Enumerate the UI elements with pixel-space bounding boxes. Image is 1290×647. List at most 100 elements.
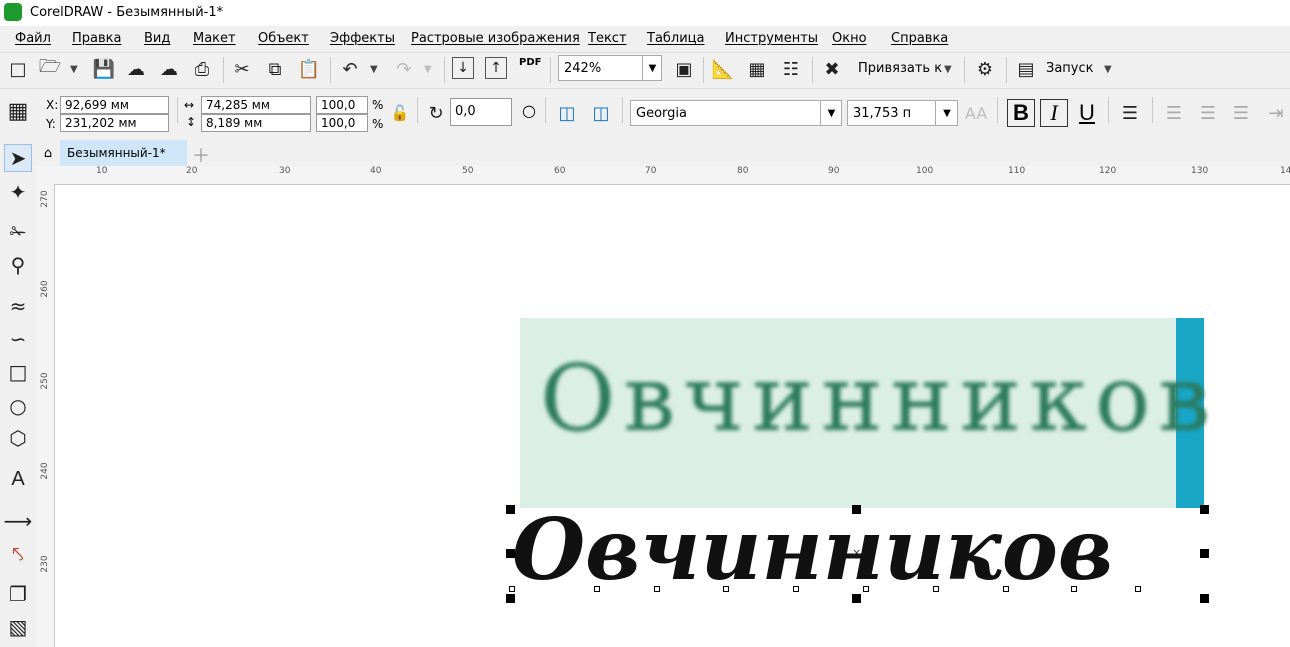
menu-object[interactable]: Объект <box>258 31 309 46</box>
scale-x-field[interactable]: 100,0 <box>316 96 368 114</box>
freehand-tool-icon[interactable]: ≈ <box>4 292 32 320</box>
rectangle-tool-icon[interactable]: □ <box>4 358 32 386</box>
drop-cap-icon[interactable]: ☰ <box>1229 101 1253 125</box>
pick-tool-icon[interactable]: ➤ <box>4 144 32 172</box>
cloud-download-icon[interactable]: ☁ <box>124 57 148 81</box>
selection-handle[interactable] <box>852 505 861 514</box>
ellipse-tool-icon[interactable]: ○ <box>4 392 32 420</box>
open-dropdown-icon[interactable]: ▼ <box>70 64 78 75</box>
redo-icon[interactable]: ↷ <box>392 57 416 81</box>
font-dropdown-icon[interactable]: ▼ <box>820 101 842 125</box>
snap-to-button[interactable]: Привязать к <box>858 61 942 76</box>
x-position-field[interactable]: 92,699 мм <box>60 96 169 114</box>
print-icon[interactable]: ⎙ <box>190 57 214 81</box>
rotation-angle-field[interactable]: 0,0 <box>450 98 512 126</box>
selection-handle[interactable] <box>1200 594 1209 603</box>
text-node[interactable] <box>1135 586 1141 592</box>
add-tab-icon[interactable]: ＋ <box>192 142 210 168</box>
launch-button[interactable]: Запуск <box>1046 61 1094 76</box>
italic-button[interactable]: I <box>1040 99 1068 127</box>
drop-shadow-tool-icon[interactable]: ❐ <box>4 580 32 608</box>
text-node[interactable] <box>723 586 729 592</box>
connector-tool-icon[interactable]: ⤣ <box>4 540 32 568</box>
redo-dropdown-icon[interactable]: ▼ <box>424 64 432 75</box>
show-grid-icon[interactable]: ▦ <box>745 57 769 81</box>
text-node[interactable] <box>863 586 869 592</box>
show-rulers-icon[interactable]: 📐 <box>711 57 735 81</box>
mirror-vertical-icon[interactable]: ◫ <box>589 101 613 125</box>
dimension-tool-icon[interactable]: ⟶ <box>4 507 33 535</box>
height-field[interactable]: 8,189 мм <box>201 114 311 132</box>
artistic-media-tool-icon[interactable]: ∽ <box>4 325 32 353</box>
menu-bitmaps[interactable]: Растровые изображения <box>411 31 580 46</box>
text-tool-icon[interactable]: A <box>4 465 32 493</box>
text-node[interactable] <box>933 586 939 592</box>
text-align-icon[interactable]: ☰ <box>1118 101 1142 125</box>
menu-edit[interactable]: Правка <box>72 31 121 46</box>
snap-off-icon[interactable]: ✖ <box>820 57 844 81</box>
shape-tool-icon[interactable]: ✦ <box>4 178 32 206</box>
selection-handle[interactable] <box>506 594 515 603</box>
menu-window[interactable]: Окно <box>832 31 867 46</box>
zoom-tool-icon[interactable]: ⚲ <box>4 251 32 279</box>
artistic-text-object[interactable]: Овчинников <box>512 500 1113 599</box>
menu-text[interactable]: Текст <box>588 31 627 46</box>
width-field[interactable]: 74,285 мм <box>201 96 311 114</box>
publish-pdf-icon[interactable]: PDF <box>519 57 541 68</box>
selection-handle[interactable] <box>1200 505 1209 514</box>
snap-dropdown-icon[interactable]: ▼ <box>944 64 952 75</box>
polygon-tool-icon[interactable]: ⬡ <box>4 424 32 452</box>
text-node[interactable] <box>1071 586 1077 592</box>
object-origin-icon[interactable]: ▦ <box>6 99 30 124</box>
launch-dropdown-icon[interactable]: ▼ <box>1104 64 1112 75</box>
vertical-ruler[interactable]: 270 260 250 240 230 <box>36 184 55 647</box>
lock-ratio-icon[interactable]: 🔓 <box>388 101 412 125</box>
menu-tools[interactable]: Инструменты <box>725 31 818 46</box>
selection-handle[interactable] <box>506 505 515 514</box>
paste-icon[interactable]: 📋 <box>297 57 321 81</box>
menu-table[interactable]: Таблица <box>647 31 705 46</box>
menu-effects[interactable]: Эффекты <box>330 31 395 46</box>
cut-icon[interactable]: ✂ <box>230 57 254 81</box>
menu-layout[interactable]: Макет <box>193 31 236 46</box>
options-gear-icon[interactable]: ⚙ <box>973 57 997 81</box>
transparency-tool-icon[interactable]: ▧ <box>4 613 32 641</box>
y-position-field[interactable]: 231,202 мм <box>60 114 169 132</box>
show-guidelines-icon[interactable]: ☷ <box>779 57 803 81</box>
export-icon[interactable]: ↑ <box>485 57 507 79</box>
launcher-icon[interactable]: ▤ <box>1014 57 1038 81</box>
text-node[interactable] <box>594 586 600 592</box>
undo-icon[interactable]: ↶ <box>338 57 362 81</box>
undo-dropdown-icon[interactable]: ▼ <box>370 64 378 75</box>
font-size-dropdown-icon[interactable]: ▼ <box>935 101 958 125</box>
underline-button[interactable]: U <box>1073 99 1101 127</box>
menu-file[interactable]: Файл <box>15 31 51 46</box>
crop-tool-icon[interactable]: ✁ <box>4 218 32 246</box>
menu-view[interactable]: Вид <box>144 31 170 46</box>
selection-handle[interactable] <box>852 594 861 603</box>
open-folder-icon[interactable]: 🗁 <box>38 56 62 81</box>
selection-handle[interactable] <box>506 549 515 558</box>
variable-font-icon[interactable]: A​A <box>964 101 988 125</box>
save-icon[interactable]: 💾 <box>92 57 116 81</box>
horizontal-ruler[interactable]: 10 20 30 40 50 60 70 80 90 100 110 120 1… <box>36 166 1290 185</box>
cloud-upload-icon[interactable]: ☁ <box>157 57 181 81</box>
bold-button[interactable]: B <box>1007 99 1035 127</box>
home-icon[interactable]: ⌂ <box>36 141 60 165</box>
text-node[interactable] <box>654 586 660 592</box>
text-node[interactable] <box>1003 586 1009 592</box>
scale-y-field[interactable]: 100,0 <box>316 114 368 132</box>
new-document-icon[interactable]: □ <box>6 57 30 81</box>
numbered-list-icon[interactable]: ☰ <box>1196 101 1220 125</box>
indent-icon[interactable]: ⇥ <box>1264 101 1288 125</box>
selection-handle[interactable] <box>1200 549 1209 558</box>
text-node[interactable] <box>793 586 799 592</box>
copy-icon[interactable]: ⧉ <box>263 57 287 81</box>
full-screen-preview-icon[interactable]: ▣ <box>672 57 696 81</box>
import-icon[interactable]: ↓ <box>452 57 474 79</box>
zoom-dropdown-icon[interactable]: ▼ <box>642 56 662 80</box>
text-node[interactable] <box>509 586 515 592</box>
menu-help[interactable]: Справка <box>891 31 948 46</box>
bullet-list-icon[interactable]: ☰ <box>1162 101 1186 125</box>
mirror-horizontal-icon[interactable]: ◫ <box>555 101 579 125</box>
